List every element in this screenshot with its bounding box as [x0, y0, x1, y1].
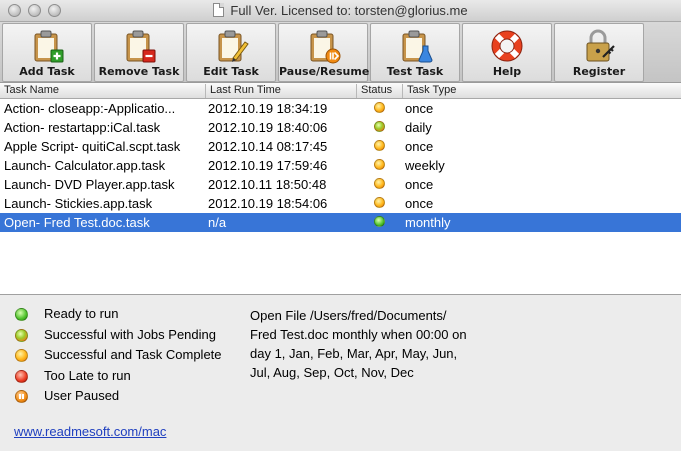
- clipboard-add-icon: [34, 30, 64, 63]
- legend-label: User Paused: [44, 388, 120, 403]
- task-name-cell: Action- restartapp:iCal.task: [4, 120, 161, 135]
- status-icon: [374, 178, 386, 190]
- toolbar: Add Task Remove Task Edit Task Pause/Res…: [0, 22, 681, 83]
- status-icon: [374, 140, 386, 152]
- register-button[interactable]: Register: [554, 23, 644, 82]
- test-task-button[interactable]: Test Task: [370, 23, 460, 82]
- test-task-label: Test Task: [386, 65, 444, 78]
- task-name-cell: Action- closeapp:-Applicatio...: [4, 101, 176, 116]
- clipboard-flask-icon: [402, 30, 433, 63]
- remove-task-label: Remove Task: [98, 65, 180, 78]
- table-row[interactable]: Launch- Calculator.app.task 2012.10.19 17…: [0, 156, 681, 175]
- add-task-button[interactable]: Add Task: [2, 23, 92, 82]
- task-type-cell: monthly: [405, 215, 451, 230]
- last-run-time-cell: n/a: [208, 215, 227, 230]
- column-header-task-type[interactable]: Task Type: [402, 84, 681, 98]
- edit-task-label: Edit Task: [203, 65, 259, 78]
- task-type-cell: once: [405, 101, 434, 116]
- clipboard-remove-icon: [126, 30, 156, 63]
- status-pending-icon: [374, 121, 385, 132]
- table-row[interactable]: Launch- DVD Player.app.task 2012.10.11 18…: [0, 175, 681, 194]
- clipboard-pencil-icon: [218, 30, 249, 62]
- task-name-cell: Open- Fred Test.doc.task: [4, 215, 150, 230]
- status-complete-icon: [374, 178, 385, 189]
- task-type-cell: once: [405, 139, 434, 154]
- legend-item: Successful and Task Complete: [14, 347, 244, 368]
- legend-label: Successful and Task Complete: [44, 347, 222, 362]
- legend-label: Successful with Jobs Pending: [44, 326, 216, 342]
- remove-task-button[interactable]: Remove Task: [94, 23, 184, 82]
- legend-item: Too Late to run: [14, 368, 244, 389]
- table-row[interactable]: Launch- Stickies.app.task 2012.10.19 18:5…: [0, 194, 681, 213]
- task-name-cell: Launch- Stickies.app.task: [4, 196, 153, 211]
- legend-item: User Paused: [14, 388, 244, 409]
- task-type-cell: once: [405, 196, 434, 211]
- task-type-cell: once: [405, 177, 434, 192]
- table-row[interactable]: Action- closeapp:-Applicatio... 2012.10.1…: [0, 99, 681, 118]
- document-icon: [213, 3, 225, 17]
- last-run-time-cell: 2012.10.11 18:50:48: [208, 177, 327, 192]
- website-link[interactable]: www.readmesoft.com/mac: [14, 424, 166, 439]
- register-label: Register: [572, 65, 626, 78]
- lifebuoy-icon: [491, 30, 523, 62]
- status-paused-icon: [15, 390, 28, 403]
- last-run-time-cell: 2012.10.14 08:17:45: [208, 139, 328, 154]
- edit-task-button[interactable]: Edit Task: [186, 23, 276, 82]
- status-complete-icon: [15, 349, 28, 362]
- last-run-time-cell: 2012.10.19 18:34:19: [208, 101, 328, 116]
- status-complete-icon: [374, 140, 385, 151]
- task-name-cell: Launch- Calculator.app.task: [4, 158, 166, 173]
- window-title: Full Ver. Licensed to: torsten@glorius.m…: [230, 3, 468, 18]
- task-name-cell: Apple Script- quitiCal.scpt.task: [4, 139, 181, 154]
- title-bar: Full Ver. Licensed to: torsten@glorius.m…: [0, 0, 681, 22]
- status-pending-icon: [15, 328, 28, 342]
- table-header: Task Name Last Run Time Status Task Type: [0, 83, 681, 99]
- legend-item: Successful with Jobs Pending: [14, 327, 244, 348]
- column-header-task-name[interactable]: Task Name: [4, 84, 59, 98]
- table-row[interactable]: Action- restartapp:iCal.task 2012.10.19 1…: [0, 118, 681, 137]
- padlock-key-icon: [586, 29, 615, 62]
- task-name-cell: Launch- DVD Player.app.task: [4, 177, 175, 192]
- table-row[interactable]: Apple Script- quitiCal.scpt.task 2012.10.…: [0, 137, 681, 156]
- add-task-label: Add Task: [19, 65, 75, 78]
- status-late-icon: [15, 369, 28, 383]
- status-legend: Ready to run Successful with Jobs Pending…: [14, 306, 244, 409]
- status-ready-icon: [15, 308, 28, 321]
- legend-label: Too Late to run: [44, 367, 131, 383]
- task-type-cell: daily: [405, 120, 432, 135]
- help-label: Help: [492, 65, 522, 78]
- status-ready-icon: [374, 216, 385, 227]
- last-run-time-cell: 2012.10.19 17:59:46: [208, 158, 328, 173]
- status-icon: [374, 102, 386, 114]
- status-icon: [374, 159, 386, 171]
- status-icon: [374, 216, 386, 228]
- pause-resume-label: Pause/Resume: [279, 65, 370, 78]
- legend-label: Ready to run: [44, 306, 119, 321]
- task-type-cell: weekly: [405, 158, 445, 173]
- status-complete-icon: [374, 159, 385, 170]
- legend-item: Ready to run: [14, 306, 244, 327]
- table-body: Action- closeapp:-Applicatio... 2012.10.1…: [0, 99, 681, 232]
- help-button[interactable]: Help: [462, 23, 552, 82]
- table-row[interactable]: Open- Fred Test.doc.task n/a monthly: [0, 213, 681, 232]
- pause-resume-button[interactable]: Pause/Resume: [278, 23, 370, 82]
- column-header-status[interactable]: Status: [356, 84, 402, 98]
- task-table: Task Name Last Run Time Status Task Type…: [0, 83, 681, 295]
- last-run-time-cell: 2012.10.19 18:40:06: [208, 120, 328, 135]
- status-icon: [374, 121, 386, 133]
- status-complete-icon: [374, 197, 385, 208]
- clipboard-pause-icon: [310, 30, 341, 64]
- last-run-time-cell: 2012.10.19 18:54:06: [208, 196, 328, 211]
- column-header-last-run-time[interactable]: Last Run Time: [205, 84, 357, 98]
- status-complete-icon: [374, 102, 385, 113]
- status-icon: [374, 197, 386, 209]
- task-detail-text: Open File /Users/fred/Documents/ Fred Te…: [250, 308, 467, 380]
